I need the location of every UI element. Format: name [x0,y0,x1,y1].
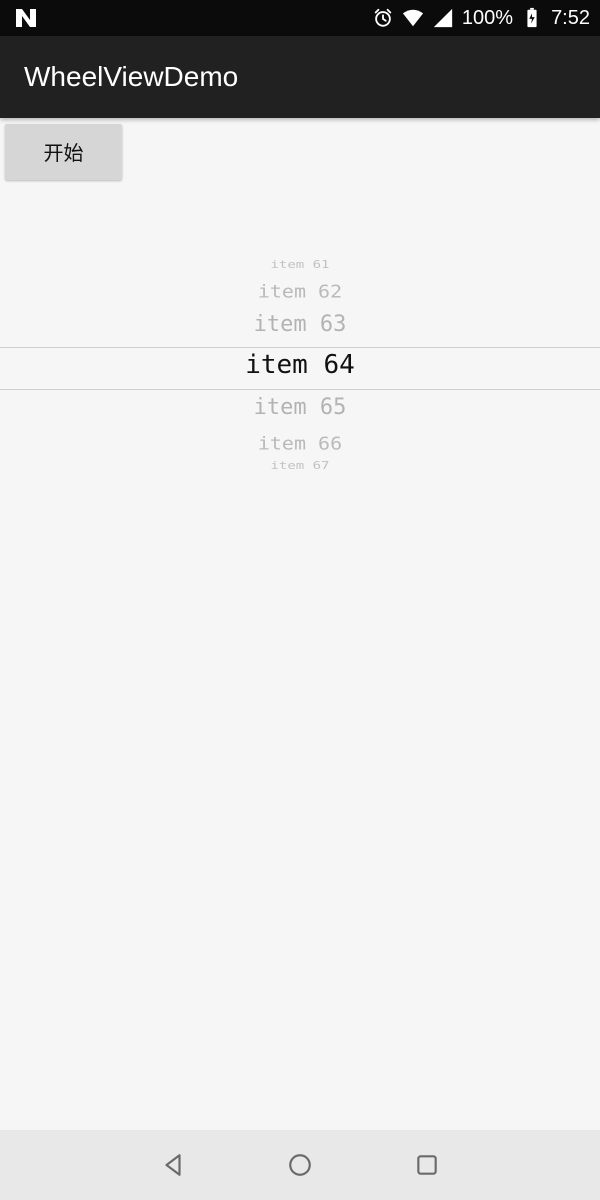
battery-percent: 100% [461,7,514,29]
wheel-selection-line-bottom [0,389,600,390]
status-time: 7:52 [551,7,590,29]
signal-icon [433,8,453,28]
wheel-item[interactable]: item 62 [0,280,600,302]
wifi-icon [402,9,423,27]
start-button[interactable]: 开始 [5,124,122,180]
wheel-item[interactable]: item 63 [0,312,600,337]
wheel-item[interactable]: item 66 [0,432,600,454]
home-icon[interactable] [287,1152,313,1178]
status-bar: 100% 7:52 [0,0,600,36]
wheel-item[interactable]: item 61 [0,259,600,271]
app-bar: WheelViewDemo [0,36,600,118]
battery-charging-icon [527,7,537,28]
wheel-picker[interactable]: item 61 item 62 item 63 item 64 item 65 … [0,255,600,480]
navigation-bar [0,1130,600,1200]
app-title: WheelViewDemo [24,61,239,92]
status-right-group: 100% 7:52 [372,0,590,36]
wheel-selection-line-top [0,347,600,348]
wheel-item[interactable]: item 67 [0,460,600,472]
recents-icon[interactable] [414,1152,440,1178]
back-icon[interactable] [160,1152,186,1178]
alarm-icon [374,8,392,27]
n-notification-icon [16,9,36,27]
wheel-item-selected[interactable]: item 64 [0,350,600,380]
wheel-item[interactable]: item 65 [0,395,600,420]
